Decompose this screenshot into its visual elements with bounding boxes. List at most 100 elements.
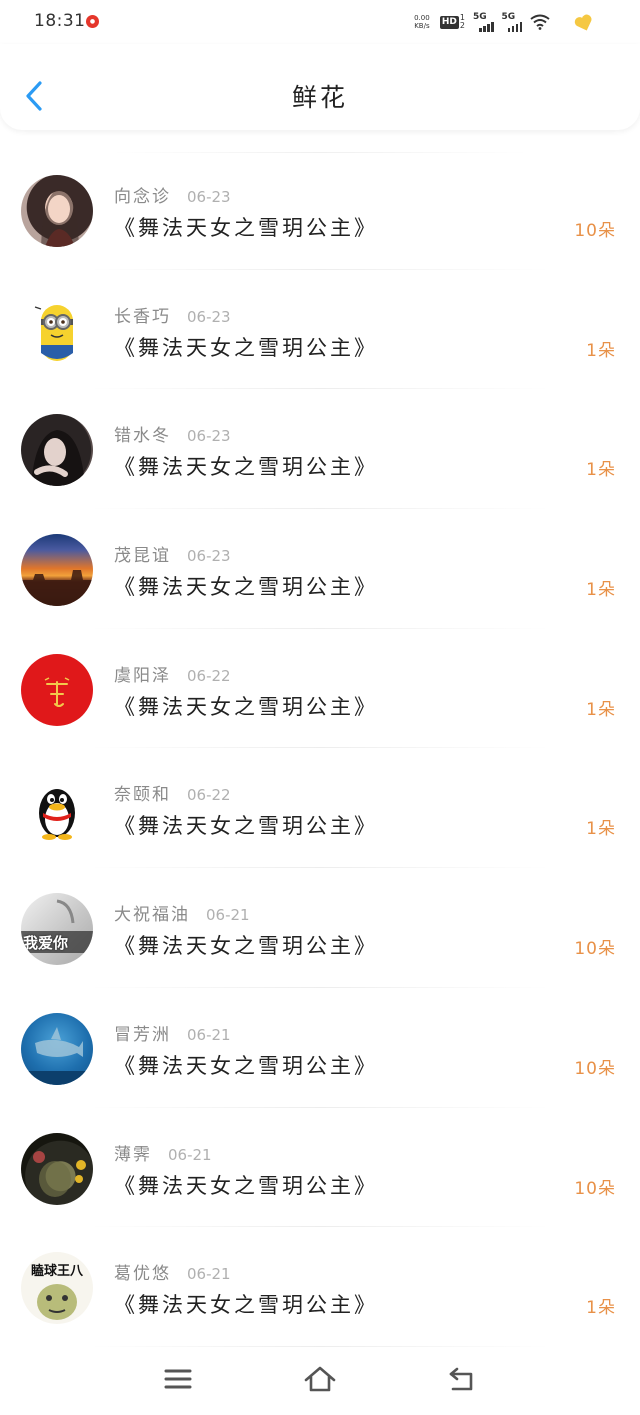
flower-count: 1朵 bbox=[586, 1298, 616, 1319]
book-title[interactable]: 《舞法天女之雪玥公主》 bbox=[114, 810, 378, 840]
item-meta: 冒芳洲 06-21 bbox=[114, 1020, 231, 1045]
status-indicators: 0.00 KB/s HD 1 2 5G 5G bbox=[412, 10, 550, 34]
heart-icon bbox=[574, 14, 592, 31]
user-name: 薄霁 bbox=[114, 1144, 152, 1165]
sunset-landscape-icon bbox=[21, 570, 93, 607]
item-meta: 长香巧 06-23 bbox=[114, 302, 231, 327]
home-icon bbox=[304, 1366, 336, 1392]
hd-sim-bottom: 2 bbox=[459, 21, 465, 30]
user-name: 冒芳洲 bbox=[114, 1024, 171, 1045]
flower-count: 10朵 bbox=[574, 221, 616, 241]
system-nav-bar bbox=[0, 1345, 640, 1415]
network-type-2: 5G bbox=[501, 11, 516, 22]
list-item[interactable]: 错水冬 06-23 《舞法天女之雪玥公主》 1朵 bbox=[0, 389, 640, 509]
heart-status bbox=[574, 13, 594, 33]
gift-date: 06-23 bbox=[187, 547, 231, 566]
page-title: 鲜花 bbox=[291, 83, 348, 112]
grey-photo-icon bbox=[21, 899, 93, 954]
avatar[interactable] bbox=[21, 294, 93, 367]
signal-1: 5G bbox=[473, 12, 494, 32]
item-meta: 葛优悠 06-21 bbox=[114, 1259, 231, 1284]
avatar[interactable] bbox=[21, 1132, 93, 1205]
list-item[interactable]: 薄霁 06-21 《舞法天女之雪玥公主》 10朵 bbox=[0, 1108, 640, 1228]
menu-icon bbox=[164, 1369, 192, 1389]
flower-count: 10朵 bbox=[574, 1178, 616, 1199]
flower-count: 10朵 bbox=[574, 1058, 616, 1079]
dark-photo-icon bbox=[33, 1150, 86, 1197]
book-title[interactable]: 《舞法天女之雪玥公主》 bbox=[114, 571, 378, 601]
flower-count: 1朵 bbox=[586, 580, 616, 601]
user-name: 错水冬 bbox=[114, 426, 171, 447]
user-name: 大祝福油 bbox=[114, 905, 190, 926]
flower-count: 1朵 bbox=[586, 819, 616, 840]
gift-date: 06-23 bbox=[187, 307, 231, 326]
list-item[interactable]: 虞阳泽 06-22 《舞法天女之雪玥公主》 1朵 bbox=[0, 629, 640, 749]
avatar[interactable]: 我爱你 bbox=[21, 893, 93, 966]
book-title[interactable]: 《舞法天女之雪玥公主》 bbox=[114, 691, 378, 721]
gift-date: 06-21 bbox=[206, 906, 250, 925]
wifi-icon bbox=[530, 14, 550, 30]
avatar[interactable] bbox=[21, 653, 93, 726]
list-item[interactable]: 瞌球王八 葛优悠 06-21 《舞法天女之雪玥公主》 1朵 bbox=[0, 1227, 640, 1347]
network-speed-unit: KB/s bbox=[414, 22, 430, 30]
gift-date: 06-21 bbox=[187, 1265, 231, 1284]
avatar[interactable] bbox=[21, 534, 93, 607]
network-speed: 0.00 KB/s bbox=[412, 14, 432, 30]
signal-2: 5G bbox=[501, 11, 522, 32]
book-title[interactable]: 《舞法天女之雪玥公主》 bbox=[114, 1289, 378, 1319]
user-name: 茂昆谊 bbox=[114, 546, 171, 567]
shark-icon bbox=[21, 1026, 93, 1085]
user-name: 长香巧 bbox=[114, 306, 171, 327]
user-name: 奈颐和 bbox=[114, 785, 171, 806]
avatar-text: 我爱你 bbox=[23, 934, 69, 953]
item-meta: 薄霁 06-21 bbox=[114, 1140, 212, 1165]
avatar[interactable]: 瞌球王八 bbox=[21, 1252, 93, 1325]
item-meta: 错水冬 06-23 bbox=[114, 421, 231, 446]
signal-bars-1-icon bbox=[479, 21, 494, 32]
avatar[interactable] bbox=[21, 773, 93, 846]
book-title[interactable]: 《舞法天女之雪玥公主》 bbox=[114, 332, 378, 362]
list-item[interactable]: 向念诊 06-23 《舞法天女之雪玥公主》 10朵 bbox=[0, 150, 640, 270]
list-item[interactable]: 茂昆谊 06-23 《舞法天女之雪玥公主》 1朵 bbox=[0, 509, 640, 629]
hd-label: HD bbox=[439, 15, 459, 29]
network-speed-value: 0.00 bbox=[414, 14, 430, 22]
avatar[interactable] bbox=[21, 414, 93, 487]
flower-count: 1朵 bbox=[586, 340, 616, 361]
flower-count: 10朵 bbox=[574, 939, 616, 960]
item-meta: 向念诊 06-23 bbox=[114, 182, 231, 207]
person-photo-icon bbox=[41, 189, 79, 247]
item-meta: 奈颐和 06-22 bbox=[114, 780, 231, 805]
gift-list: 向念诊 06-23 《舞法天女之雪玥公主》 10朵 长香巧 06-23 《舞法天 bbox=[0, 150, 640, 1347]
list-item[interactable]: 奈颐和 06-22 《舞法天女之雪玥公主》 1朵 bbox=[0, 748, 640, 868]
gift-date: 06-21 bbox=[187, 1025, 231, 1044]
back-nav-button[interactable] bbox=[440, 1359, 484, 1399]
book-title[interactable]: 《舞法天女之雪玥公主》 bbox=[114, 1050, 378, 1080]
header: 鲜花 bbox=[0, 44, 640, 130]
book-title[interactable]: 《舞法天女之雪玥公主》 bbox=[114, 930, 378, 960]
person-photo-icon bbox=[31, 430, 85, 487]
notification-badge-icon: ● bbox=[86, 15, 99, 28]
hd-indicator: HD 1 2 bbox=[439, 14, 465, 30]
user-name: 向念诊 bbox=[114, 187, 171, 207]
list-item[interactable]: 我爱你 大祝福油 06-21 《舞法天女之雪玥公主》 10朵 bbox=[0, 868, 640, 988]
avatar[interactable] bbox=[21, 1012, 93, 1085]
gift-date: 06-23 bbox=[187, 427, 231, 446]
avatar[interactable] bbox=[21, 175, 93, 247]
item-meta: 虞阳泽 06-22 bbox=[114, 661, 231, 686]
list-item[interactable]: 冒芳洲 06-21 《舞法天女之雪玥公主》 10朵 bbox=[0, 988, 640, 1108]
list-item[interactable]: 长香巧 06-23 《舞法天女之雪玥公主》 1朵 bbox=[0, 270, 640, 390]
gift-date: 06-22 bbox=[187, 666, 231, 685]
qq-penguin-icon bbox=[39, 789, 75, 841]
book-title[interactable]: 《舞法天女之雪玥公主》 bbox=[114, 212, 378, 242]
menu-button[interactable] bbox=[156, 1359, 200, 1399]
status-time: 18:31 bbox=[34, 11, 86, 31]
user-name: 虞阳泽 bbox=[114, 665, 171, 686]
flower-count: 1朵 bbox=[586, 460, 616, 481]
home-button[interactable] bbox=[298, 1359, 342, 1399]
red-logo-icon bbox=[44, 677, 70, 707]
minion-icon bbox=[34, 304, 73, 361]
book-title[interactable]: 《舞法天女之雪玥公主》 bbox=[114, 451, 378, 481]
book-title[interactable]: 《舞法天女之雪玥公主》 bbox=[114, 1170, 378, 1200]
item-meta: 茂昆谊 06-23 bbox=[114, 541, 231, 566]
hd-sim: 1 2 bbox=[460, 14, 465, 30]
